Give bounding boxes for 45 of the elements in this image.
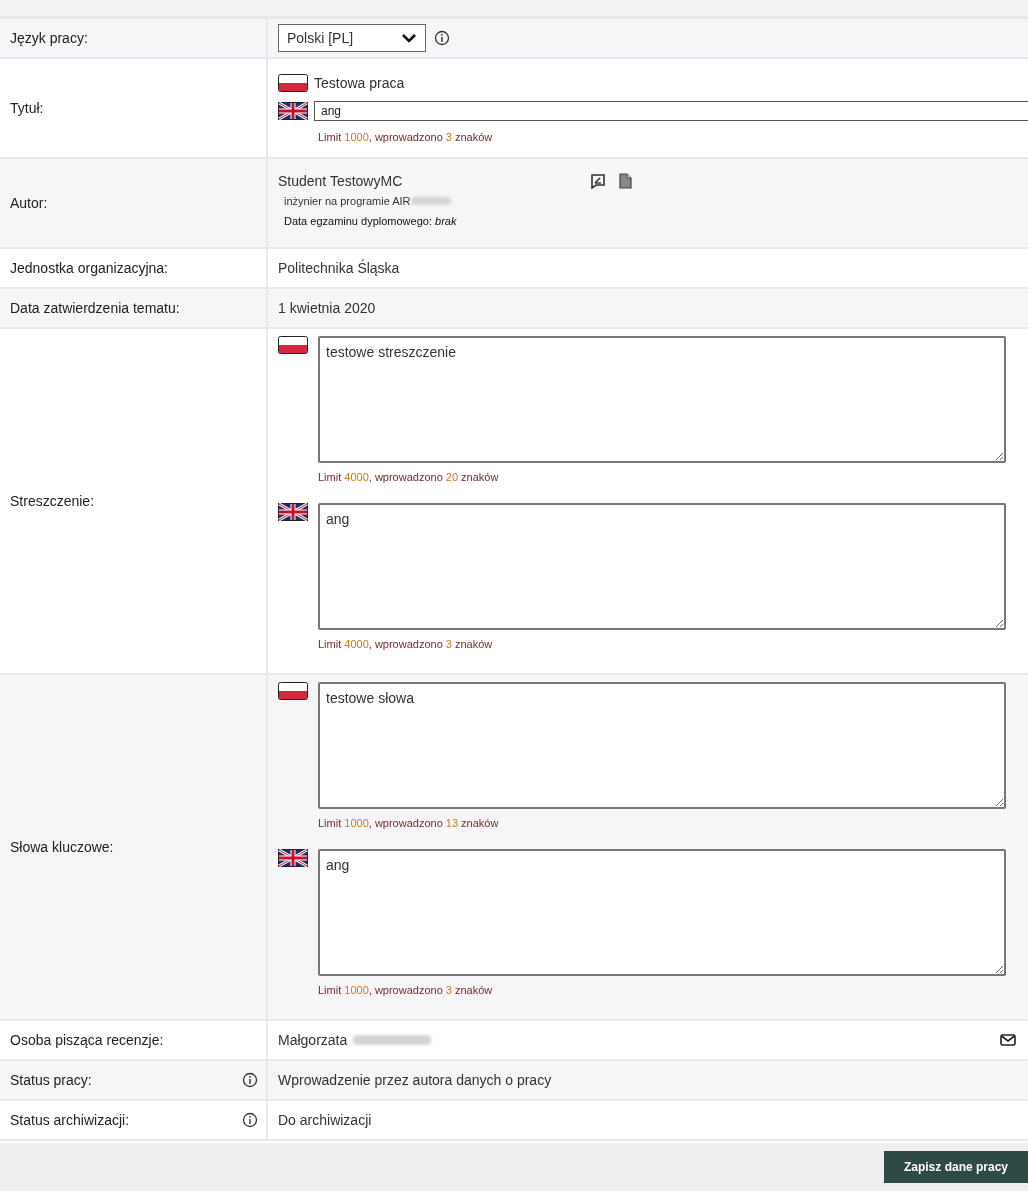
field-label: Osoba pisząca recenzje: — [10, 1032, 164, 1048]
field-label: Tytuł: — [10, 100, 44, 116]
exam-date-text: Data egzaminu dyplomowego: brak — [283, 214, 458, 227]
field-value: Do archiwizacji — [278, 1112, 373, 1128]
field-label: Jednostka organizacyjna: — [10, 260, 168, 276]
message-edit-icon[interactable] — [590, 173, 606, 189]
field-value: Wprowadzenie przez autora danych o pracy — [278, 1072, 553, 1088]
field-value: Politechnika Śląska — [278, 260, 401, 276]
envelope-icon[interactable] — [1000, 1034, 1016, 1046]
chevron-down-icon — [401, 33, 417, 43]
british-flag-icon — [278, 503, 308, 521]
field-label: Autor: — [10, 195, 48, 211]
document-icon[interactable] — [618, 173, 632, 189]
character-counter: Limit 1000, wprowadzono 3 znaków — [317, 984, 494, 998]
character-counter: Limit 4000, wprowadzono 3 znaków — [317, 638, 494, 652]
character-counter: Limit 1000, wprowadzono 13 znaków — [317, 817, 500, 831]
save-button[interactable]: Zapisz dane pracy — [883, 1151, 1028, 1183]
field-label: Status pracy: — [10, 1072, 92, 1088]
degree-text: inżynier na programie AIR — [284, 195, 411, 207]
character-counter: Limit 1000, wprowadzono 3 znaków — [317, 130, 494, 145]
field-label: Język pracy: — [10, 30, 88, 46]
title-input[interactable]: ang — [314, 101, 1028, 121]
polish-flag-icon — [278, 74, 308, 92]
info-icon[interactable] — [242, 1072, 258, 1088]
text-area[interactable]: testowe streszczenie — [318, 336, 1006, 463]
field-label: Streszczenie: — [10, 493, 95, 509]
language-select[interactable]: Polski [PL] — [278, 24, 426, 52]
redacted-mark — [410, 197, 451, 205]
author-name: Student TestowyMC — [278, 173, 404, 189]
polish-flag-icon — [278, 336, 308, 354]
text-area[interactable]: ang — [318, 849, 1006, 976]
text-area[interactable]: ang — [318, 503, 1006, 630]
reviewer-name: Małgorzata — [278, 1032, 348, 1048]
field-value: 1 kwietnia 2020 — [278, 300, 377, 316]
field-label: Data zatwierdzenia tematu: — [10, 300, 180, 316]
field-label: Słowa kluczowe: — [10, 839, 114, 855]
british-flag-icon — [278, 849, 308, 867]
polish-flag-icon — [278, 682, 308, 700]
british-flag-icon — [278, 102, 308, 120]
field-label: Status archiwizacji: — [10, 1112, 130, 1128]
info-icon[interactable] — [242, 1112, 258, 1128]
character-counter: Limit 4000, wprowadzono 20 znaków — [317, 471, 500, 485]
title-text: Testowa praca — [314, 75, 405, 91]
info-icon[interactable] — [434, 30, 450, 46]
text-area[interactable]: testowe słowa — [318, 682, 1006, 809]
